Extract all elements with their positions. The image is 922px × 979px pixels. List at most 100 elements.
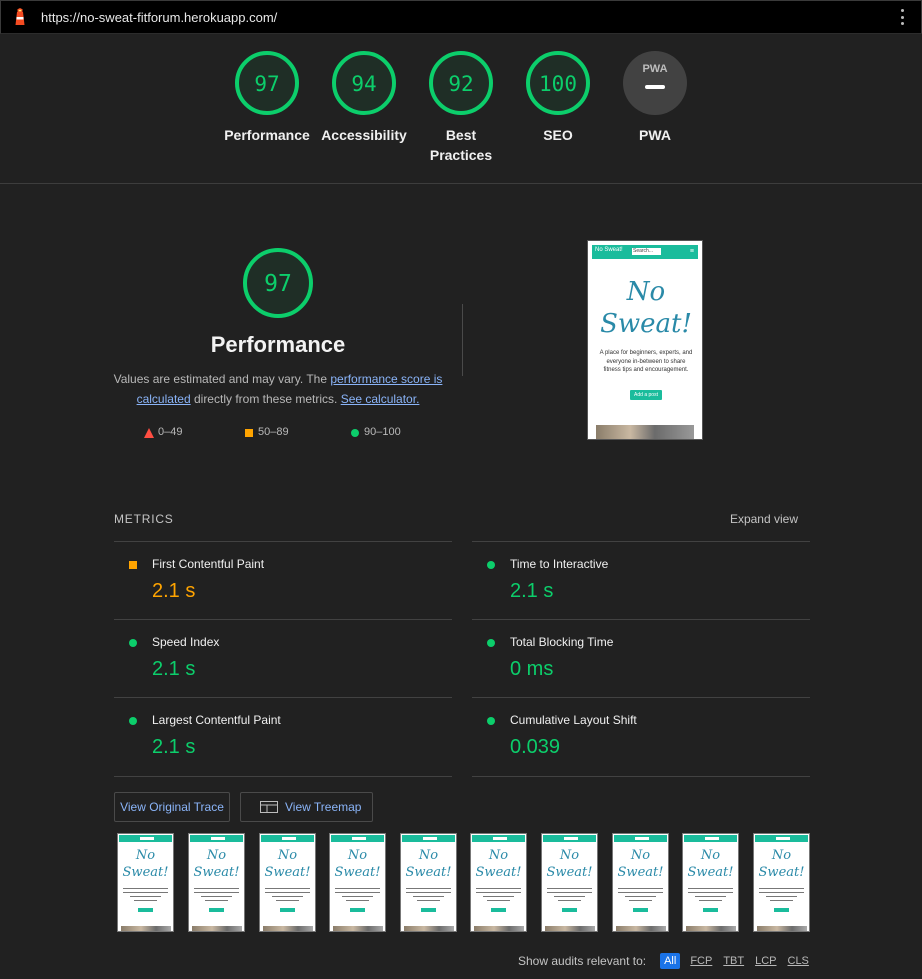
frame-button bbox=[280, 908, 295, 912]
gauge-seo[interactable]: 100 SEO bbox=[510, 50, 606, 145]
frame-text-line bbox=[342, 896, 373, 897]
frame-text-line bbox=[272, 896, 303, 897]
best-practices-score: 92 bbox=[448, 72, 473, 96]
frame-heading-1: No bbox=[700, 848, 721, 863]
frame-button bbox=[138, 908, 153, 912]
frame-text-line bbox=[406, 888, 451, 889]
accessibility-score: 94 bbox=[351, 72, 376, 96]
metric-name: Cumulative Layout Shift bbox=[510, 713, 637, 727]
legend-fail-label: 0–49 bbox=[158, 426, 183, 438]
frame-navbar bbox=[755, 835, 808, 842]
filmstrip-frame: No Sweat! bbox=[753, 833, 810, 932]
frame-button bbox=[774, 908, 789, 912]
frame-heading-2: Sweat! bbox=[122, 865, 169, 880]
page-url: https://no-sweat-fitforum.herokuapp.com/ bbox=[41, 10, 278, 25]
frame-image bbox=[616, 926, 666, 931]
frame-text-line bbox=[476, 888, 521, 889]
frame-heading-1: No bbox=[277, 848, 298, 863]
frame-text-line bbox=[688, 888, 733, 889]
circle-icon bbox=[487, 717, 495, 725]
frame-heading-2: Sweat! bbox=[475, 865, 522, 880]
frame-search bbox=[705, 837, 719, 840]
frame-heading-1: No bbox=[488, 848, 509, 863]
gauge-best-practices[interactable]: 92 Best Practices bbox=[413, 50, 509, 165]
frame-button bbox=[350, 908, 365, 912]
frame-text-line bbox=[123, 892, 168, 893]
gauge-label-best-practices: Best Practices bbox=[429, 127, 493, 163]
gauge-label-accessibility: Accessibility bbox=[321, 127, 407, 143]
header-divider bbox=[0, 183, 922, 184]
screenshot-button: Add a post bbox=[630, 390, 662, 400]
frame-image bbox=[686, 926, 736, 931]
circle-icon bbox=[129, 717, 137, 725]
metric-value: 2.1 s bbox=[152, 658, 196, 680]
square-icon bbox=[129, 561, 137, 569]
screenshot-search: Search... bbox=[632, 248, 661, 255]
category-gauges: 97 Performance 94 Accessibility 92 Best … bbox=[0, 50, 922, 180]
frame-text-line bbox=[406, 892, 451, 893]
filter-chip-lcp[interactable]: LCP bbox=[754, 953, 777, 969]
frame-text-line bbox=[483, 896, 514, 897]
gauge-label-performance: Performance bbox=[224, 127, 310, 143]
frame-text-line bbox=[759, 888, 804, 889]
frame-image bbox=[263, 926, 313, 931]
kebab-menu-icon[interactable] bbox=[901, 9, 905, 25]
filter-chip-all[interactable]: All bbox=[660, 953, 681, 969]
frame-text-line bbox=[547, 892, 592, 893]
screenshot-brand: No Sweat! bbox=[595, 247, 623, 253]
gauge-performance[interactable]: 97 Performance bbox=[219, 50, 315, 145]
gauge-accessibility[interactable]: 94 Accessibility bbox=[316, 50, 412, 145]
frame-button bbox=[209, 908, 224, 912]
metric-value: 2.1 s bbox=[152, 736, 196, 758]
frame-heading-2: Sweat! bbox=[405, 865, 452, 880]
legend-pass-label: 90–100 bbox=[364, 426, 401, 438]
desc-middle: directly from these metrics. bbox=[190, 391, 341, 406]
metric-lcp: Largest Contentful Paint 2.1 s bbox=[114, 697, 452, 777]
circle-icon bbox=[129, 639, 137, 647]
frame-text-line bbox=[134, 900, 157, 901]
frame-navbar bbox=[543, 835, 596, 842]
metric-name: First Contentful Paint bbox=[152, 557, 265, 571]
filmstrip-frame: No Sweat! bbox=[470, 833, 527, 932]
accessibility-gauge-ring: 94 bbox=[332, 51, 396, 115]
filmstrip-frame: No Sweat! bbox=[612, 833, 669, 932]
circle-icon bbox=[487, 561, 495, 569]
frame-image bbox=[121, 926, 171, 931]
frame-button bbox=[633, 908, 648, 912]
frame-text-line bbox=[201, 896, 232, 897]
expand-view-toggle[interactable]: Expand view bbox=[730, 512, 798, 526]
frame-navbar bbox=[119, 835, 172, 842]
frame-search bbox=[211, 837, 225, 840]
frame-heading-1: No bbox=[206, 848, 227, 863]
view-original-trace-button[interactable]: View Original Trace bbox=[114, 792, 230, 822]
frame-button bbox=[491, 908, 506, 912]
frame-text-line bbox=[130, 896, 161, 897]
gauge-pwa[interactable]: PWA PWA bbox=[607, 50, 703, 145]
frame-text-line bbox=[759, 892, 804, 893]
seo-gauge-ring: 100 bbox=[526, 51, 590, 115]
screenshot-heading-1: No bbox=[626, 277, 666, 307]
filmstrip-frame: No Sweat! bbox=[259, 833, 316, 932]
performance-summary: 97 Performance Values are estimated and … bbox=[110, 246, 446, 409]
circle-icon bbox=[487, 639, 495, 647]
metric-si: Speed Index 2.1 s bbox=[114, 619, 452, 698]
pwa-badge-icon: PWA bbox=[623, 51, 687, 115]
filter-chip-tbt[interactable]: TBT bbox=[722, 953, 745, 969]
frame-text-line bbox=[629, 900, 652, 901]
see-calculator-link[interactable]: See calculator. bbox=[341, 392, 420, 406]
frame-text-line bbox=[335, 892, 380, 893]
frame-text-line bbox=[476, 892, 521, 893]
metric-tti: Time to Interactive 2.1 s bbox=[472, 541, 810, 620]
frame-text-line bbox=[699, 900, 722, 901]
view-treemap-button[interactable]: View Treemap bbox=[240, 792, 373, 822]
filter-chip-fcp[interactable]: FCP bbox=[689, 953, 713, 969]
frame-search bbox=[140, 837, 154, 840]
seo-score: 100 bbox=[539, 72, 577, 96]
legend-average-label: 50–89 bbox=[258, 426, 289, 438]
frame-button bbox=[421, 908, 436, 912]
filter-chip-cls[interactable]: CLS bbox=[787, 953, 810, 969]
treemap-button-label: View Treemap bbox=[285, 800, 362, 814]
frame-text-line bbox=[417, 900, 440, 901]
frame-search bbox=[776, 837, 790, 840]
final-screenshot[interactable]: No Sweat! Search... ≡ No Sweat! A place … bbox=[587, 240, 703, 440]
